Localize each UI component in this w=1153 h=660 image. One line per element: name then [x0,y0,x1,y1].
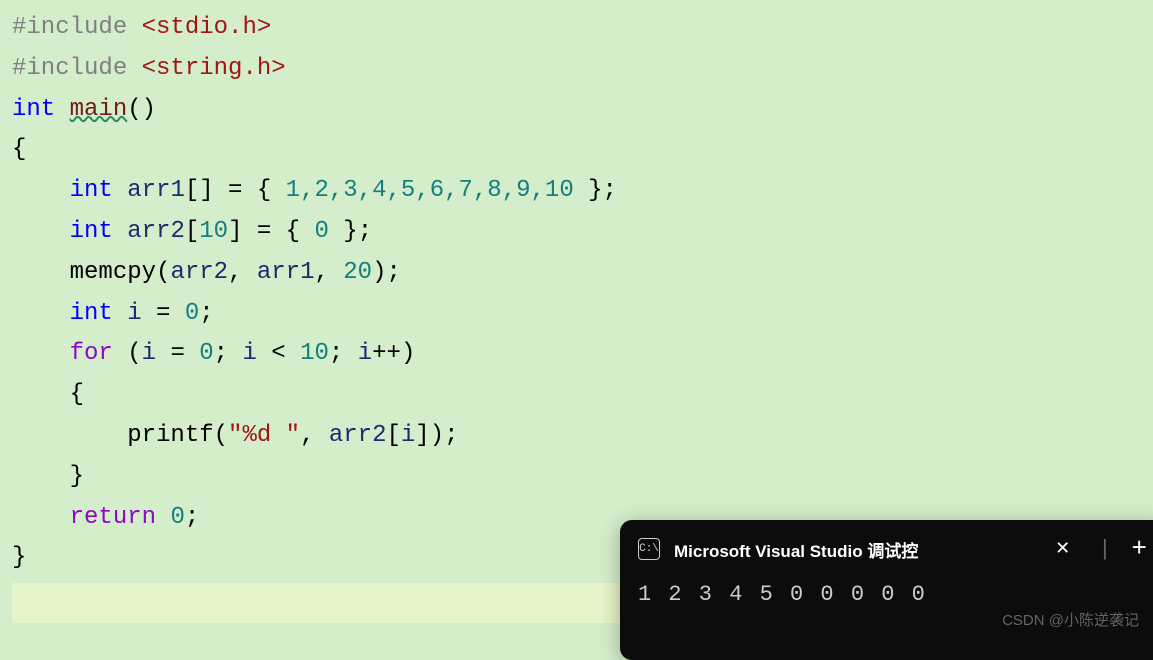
type-keyword: int [70,300,113,327]
semicolon: ; [214,340,243,367]
code-line: #include <stdio.h> [12,8,1153,49]
increment: ++) [372,340,415,367]
comma: , [228,259,257,286]
include-path: <string.h> [142,55,286,82]
number: 0 [314,218,328,245]
number: 0 [170,504,184,531]
code-line: { [12,375,1153,416]
operator: < [257,340,300,367]
include-path: <stdio.h> [142,14,272,41]
identifier: arr2 [127,218,185,245]
type-keyword: int [12,96,55,123]
terminal-icon: C:\ [638,538,660,560]
preprocessor-directive: #include [12,14,142,41]
function-call: printf [127,422,213,449]
paren-close: ); [372,259,401,286]
semicolon: ; [329,340,358,367]
preprocessor-directive: #include [12,55,142,82]
terminal-title: Microsoft Visual Studio 调试控 [674,537,1041,562]
stmt-end: }; [574,177,617,204]
type-keyword: int [70,177,113,204]
bracket: [ [185,218,199,245]
code-line: int i = 0; [12,294,1153,335]
identifier: arr2 [170,259,228,286]
code-line: } [12,457,1153,498]
identifier: arr1 [127,177,185,204]
string-literal: "%d " [228,422,300,449]
number: 0 [199,340,213,367]
comma: , [314,259,343,286]
return-keyword: return [70,504,156,531]
comma: , [300,422,329,449]
parens: () [127,96,156,123]
identifier: i [358,340,372,367]
number: 10 [300,340,329,367]
debug-console-window[interactable]: C:\ Microsoft Visual Studio 调试控 ✕ | + 1 … [620,520,1153,660]
terminal-header: C:\ Microsoft Visual Studio 调试控 ✕ | + [638,534,1147,564]
code-line: for (i = 0; i < 10; i++) [12,334,1153,375]
operator: = [142,300,185,327]
code-line: { [12,130,1153,171]
for-keyword: for [70,340,113,367]
stmt-end: }; [329,218,372,245]
brace-open: { [12,136,26,163]
code-line: printf("%d ", arr2[i]); [12,416,1153,457]
identifier: i [127,300,141,327]
brace-open: { [70,381,84,408]
number-list: 1,2,3,4,5,6,7,8,9,10 [286,177,574,204]
terminal-output: 1 2 3 4 5 0 0 0 0 0 [638,582,1147,607]
array-init: [] = { [185,177,286,204]
code-line: memcpy(arr2, arr1, 20); [12,253,1153,294]
brace-close: } [12,544,26,571]
paren-open: ( [214,422,228,449]
bracket: [ [386,422,400,449]
array-init: ] = { [228,218,314,245]
close: ]); [415,422,458,449]
number: 10 [199,218,228,245]
identifier: arr1 [257,259,315,286]
identifier: i [401,422,415,449]
code-line: int arr1[] = { 1,2,3,4,5,6,7,8,9,10 }; [12,171,1153,212]
identifier: i [142,340,156,367]
watermark: CSDN @小陈逆袭记 [1002,609,1139,630]
type-keyword: int [70,218,113,245]
number: 0 [185,300,199,327]
close-icon[interactable]: ✕ [1055,538,1070,560]
function-call: memcpy [70,259,156,286]
code-line: #include <string.h> [12,49,1153,90]
function-name-main: main [70,96,128,123]
semicolon: ; [199,300,213,327]
semicolon: ; [185,504,199,531]
code-line: int main() [12,90,1153,131]
paren-open: ( [113,340,142,367]
code-line: int arr2[10] = { 0 }; [12,212,1153,253]
identifier: i [242,340,256,367]
operator: = [156,340,199,367]
identifier: arr2 [329,422,387,449]
plus-icon[interactable]: + [1131,534,1147,564]
number: 20 [343,259,372,286]
paren-open: ( [156,259,170,286]
brace-close: } [70,463,84,490]
divider: | [1098,537,1111,562]
